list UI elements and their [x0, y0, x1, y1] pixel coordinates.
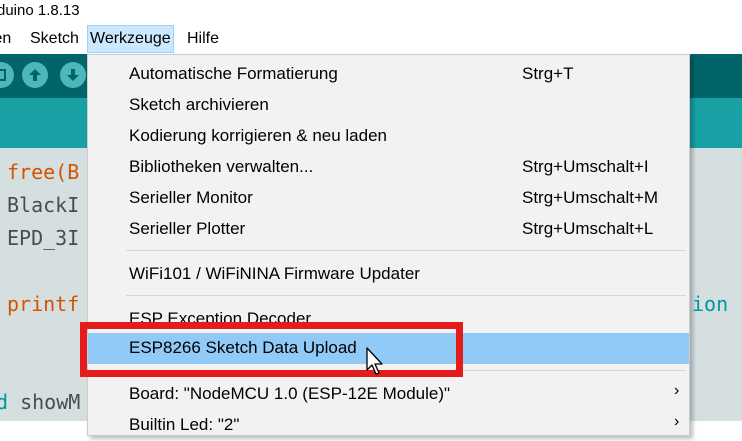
new-button[interactable] — [0, 62, 14, 88]
menu-item-label: Serieller Monitor — [129, 188, 253, 207]
menu-item-wifi-firmware-updater[interactable]: WiFi101 / WiFiNINA Firmware Updater — [88, 259, 689, 290]
menu-item-label: Board: "NodeMCU 1.0 (ESP-12E Module)" — [129, 384, 451, 403]
code-line-5: d showM — [0, 390, 81, 414]
menu-item-builtin-led[interactable]: Builtin Led: "2" › — [88, 410, 689, 441]
menu-bar: ten Sketch Werkzeuge Hilfe — [0, 25, 742, 54]
highlight-annotation-box — [80, 322, 463, 377]
code-line-2: BlackI — [7, 193, 80, 217]
arrow-up-icon — [29, 69, 41, 81]
menu-item-label: Bibliotheken verwalten... — [129, 157, 314, 176]
menu-separator — [126, 295, 686, 296]
menu-item-label: Sketch archivieren — [129, 95, 269, 114]
menu-item-label: Serieller Plotter — [129, 219, 246, 238]
window-title: rduino 1.8.13 — [0, 2, 80, 19]
menu-item-board[interactable]: Board: "NodeMCU 1.0 (ESP-12E Module)" › — [88, 379, 689, 410]
mouse-pointer-icon — [366, 347, 383, 375]
menu-sketch[interactable]: Sketch — [28, 26, 81, 52]
code-line-4: printf — [7, 292, 80, 316]
menu-item-label: WiFi101 / WiFiNINA Firmware Updater — [129, 264, 420, 283]
menu-item-label: Automatische Formatierung — [129, 64, 338, 83]
werkzeuge-dropdown-menu: Automatische Formatierung Strg+T Sketch … — [87, 54, 690, 436]
arrow-down-icon — [67, 69, 79, 81]
code-line-3: EPD_3I — [7, 226, 80, 250]
menu-item-fix-encoding[interactable]: Kodierung korrigieren & neu laden — [88, 121, 689, 152]
menu-item-shortcut: Strg+Umschalt+M — [522, 188, 659, 207]
menu-item-shortcut: Strg+Umschalt+L — [522, 219, 654, 238]
menu-werkzeuge[interactable]: Werkzeuge — [87, 25, 174, 53]
new-file-icon — [0, 69, 6, 81]
save-button[interactable] — [60, 62, 86, 88]
open-button[interactable] — [22, 62, 48, 88]
code-line-1: free(B — [7, 160, 80, 184]
submenu-arrow-icon: › — [674, 382, 680, 399]
menu-datei[interactable]: ten — [0, 26, 13, 52]
menu-item-shortcut: Strg+Umschalt+I — [522, 157, 649, 176]
menu-item-label: Kodierung korrigieren & neu laden — [129, 126, 388, 145]
menu-item-shortcut: Strg+T — [522, 64, 574, 83]
menu-item-label: Builtin Led: "2" — [129, 415, 240, 434]
menu-hilfe[interactable]: Hilfe — [185, 26, 221, 52]
submenu-arrow-icon: › — [674, 413, 680, 430]
title-bar: rduino 1.8.13 — [0, 0, 742, 26]
code-line-4-tail: ion . — [692, 292, 742, 316]
menu-item-serial-monitor[interactable]: Serieller Monitor Strg+Umschalt+M — [88, 183, 689, 214]
menu-item-manage-libraries[interactable]: Bibliotheken verwalten... Strg+Umschalt+… — [88, 152, 689, 183]
menu-item-archive-sketch[interactable]: Sketch archivieren — [88, 90, 689, 121]
menu-item-serial-plotter[interactable]: Serieller Plotter Strg+Umschalt+L — [88, 214, 689, 245]
menu-separator — [126, 250, 686, 251]
menu-item-auto-format[interactable]: Automatische Formatierung Strg+T — [88, 59, 689, 90]
